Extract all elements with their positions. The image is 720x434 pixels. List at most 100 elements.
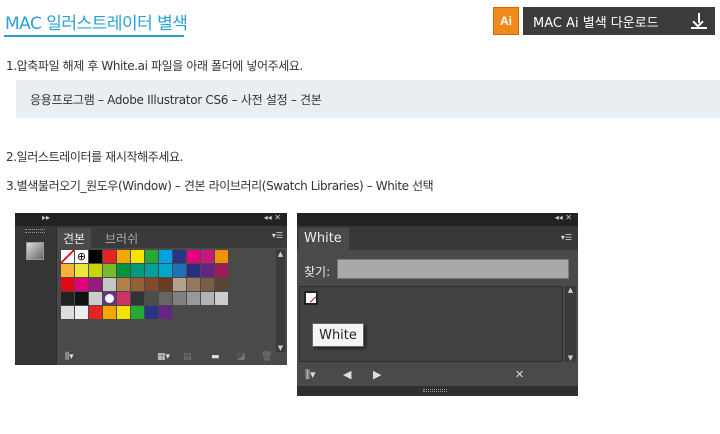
- color-swatch[interactable]: [145, 306, 158, 319]
- color-swatch[interactable]: [187, 278, 200, 291]
- color-swatch[interactable]: [173, 264, 186, 277]
- color-swatch[interactable]: [89, 250, 102, 263]
- color-swatch[interactable]: [89, 306, 102, 319]
- tab-brushes[interactable]: 브러쉬: [99, 228, 144, 248]
- panel-controls-icon[interactable]: ◂◂ ✕: [555, 213, 572, 222]
- download-label: MAC Ai 별색 다운로드: [533, 15, 659, 31]
- color-swatch[interactable]: [145, 292, 158, 305]
- color-swatch[interactable]: [173, 250, 186, 263]
- color-swatch[interactable]: [103, 250, 116, 263]
- color-swatch[interactable]: [117, 292, 130, 305]
- grip-icon[interactable]: [25, 229, 45, 233]
- libraries-menu-icon[interactable]: ⫼▾: [65, 352, 74, 362]
- white-library-panel: ◂◂ ✕ White ▾☰ 찾기: White ▲ ▼ ⫼▾ ◀ ▶ ✕: [297, 213, 578, 396]
- color-swatch[interactable]: [61, 264, 74, 277]
- color-swatch[interactable]: [159, 278, 172, 291]
- color-swatch[interactable]: [103, 306, 116, 319]
- panel-controls-icon[interactable]: ◂◂ ✕: [264, 213, 281, 222]
- color-swatch[interactable]: [187, 292, 200, 305]
- color-swatch[interactable]: [117, 278, 130, 291]
- step-2: 2.일러스트레이터를 재시작해주세요.: [6, 150, 184, 164]
- color-swatch[interactable]: [131, 306, 144, 319]
- color-swatch[interactable]: [61, 292, 74, 305]
- swatch-dock-icon[interactable]: [26, 242, 44, 260]
- color-swatch[interactable]: [201, 278, 214, 291]
- find-input[interactable]: [337, 259, 569, 279]
- new-group-icon[interactable]: ▬: [211, 352, 220, 362]
- color-swatch[interactable]: [131, 264, 144, 277]
- tools-icon[interactable]: ✕: [515, 368, 524, 381]
- color-swatch[interactable]: [173, 292, 186, 305]
- path-box: 응용프로그램 – Adobe Illustrator CS6 – 사전 설정 –…: [16, 80, 720, 118]
- panel-menu-icon[interactable]: ▾☰: [272, 231, 283, 240]
- registration-swatch[interactable]: ⊕: [75, 250, 88, 263]
- color-swatch[interactable]: [201, 250, 214, 263]
- swatch-options-icon[interactable]: ▤: [183, 352, 192, 362]
- color-swatch[interactable]: [103, 292, 116, 305]
- color-swatch[interactable]: [215, 278, 228, 291]
- delete-swatch-icon[interactable]: 🗑: [261, 352, 272, 362]
- white-panel-footer: ⫼▾ ◀ ▶ ✕: [297, 364, 578, 386]
- color-swatch[interactable]: [173, 278, 186, 291]
- tab-swatches[interactable]: 견본: [57, 228, 92, 248]
- color-swatch[interactable]: [75, 264, 88, 277]
- color-swatch[interactable]: [75, 306, 88, 319]
- tab-white[interactable]: White: [299, 228, 349, 250]
- show-kinds-icon[interactable]: ▦▾: [157, 352, 170, 362]
- color-swatch[interactable]: [201, 264, 214, 277]
- download-button[interactable]: MAC Ai 별색 다운로드: [523, 7, 715, 35]
- title-underline: [4, 35, 184, 37]
- color-swatch[interactable]: [215, 250, 228, 263]
- color-swatch[interactable]: [159, 250, 172, 263]
- color-swatch[interactable]: [89, 292, 102, 305]
- color-swatch[interactable]: [159, 264, 172, 277]
- color-swatch[interactable]: [75, 292, 88, 305]
- color-swatch[interactable]: [145, 278, 158, 291]
- none-swatch[interactable]: [61, 250, 74, 263]
- color-swatch[interactable]: [117, 250, 130, 263]
- color-swatch[interactable]: [159, 292, 172, 305]
- color-swatch[interactable]: [187, 264, 200, 277]
- color-swatch[interactable]: [159, 306, 172, 319]
- find-label: 찾기:: [304, 265, 331, 279]
- color-swatch[interactable]: [117, 264, 130, 277]
- step-3: 3.별색불러오기_원도우(Window) – 견본 라이브러리(Swatch L…: [6, 179, 434, 193]
- color-swatch[interactable]: [131, 292, 144, 305]
- scroll-down-icon[interactable]: ▼: [276, 344, 285, 352]
- color-swatch[interactable]: [61, 306, 74, 319]
- color-swatch[interactable]: [131, 278, 144, 291]
- download-icon: [691, 13, 707, 29]
- step-1: 1.압축파일 해제 후 White.ai 파일을 아래 폴더에 넣어주세요.: [6, 59, 303, 73]
- color-swatch[interactable]: [117, 306, 130, 319]
- panel-menu-icon[interactable]: ▾☰: [561, 233, 572, 242]
- color-swatch[interactable]: [89, 264, 102, 277]
- scroll-up-icon[interactable]: ▲: [565, 286, 576, 294]
- scroll-down-icon[interactable]: ▼: [565, 354, 576, 362]
- swatch-scrollbar[interactable]: ▲ ▼: [276, 250, 285, 352]
- color-swatch[interactable]: [187, 250, 200, 263]
- next-library-icon[interactable]: ▶: [373, 368, 381, 381]
- expand-icon[interactable]: ▸▸: [42, 213, 50, 222]
- path-text: 응용프로그램 – Adobe Illustrator CS6 – 사전 설정 –…: [30, 92, 322, 107]
- color-swatch[interactable]: [131, 250, 144, 263]
- color-swatch[interactable]: [89, 278, 102, 291]
- libraries-menu-icon[interactable]: ⫼▾: [305, 368, 316, 382]
- color-swatch[interactable]: [215, 292, 228, 305]
- color-swatch[interactable]: [145, 264, 158, 277]
- color-swatch[interactable]: [201, 292, 214, 305]
- white-swatch[interactable]: [304, 291, 318, 305]
- swatch-panel: ▸▸ ◂◂ ✕ 견본 브러쉬 ▾☰ ⊕ ▲ ▼ ⫼▾ ▦▾ ▤ ▬ ◪ 🗑: [15, 213, 287, 365]
- color-swatch[interactable]: [215, 264, 228, 277]
- color-swatch[interactable]: [61, 278, 74, 291]
- list-scrollbar[interactable]: ▲ ▼: [565, 286, 576, 362]
- new-swatch-icon[interactable]: ◪: [237, 352, 246, 362]
- grip-icon[interactable]: [423, 389, 447, 392]
- scroll-up-icon[interactable]: ▲: [276, 250, 285, 258]
- color-swatch[interactable]: [103, 264, 116, 277]
- previous-library-icon[interactable]: ◀: [343, 368, 351, 381]
- page-title: MAC 일러스트레이터 별색: [5, 14, 188, 34]
- download-area: Ai MAC Ai 별색 다운로드: [493, 7, 715, 35]
- color-swatch[interactable]: [75, 278, 88, 291]
- color-swatch[interactable]: [103, 278, 116, 291]
- color-swatch[interactable]: [145, 250, 158, 263]
